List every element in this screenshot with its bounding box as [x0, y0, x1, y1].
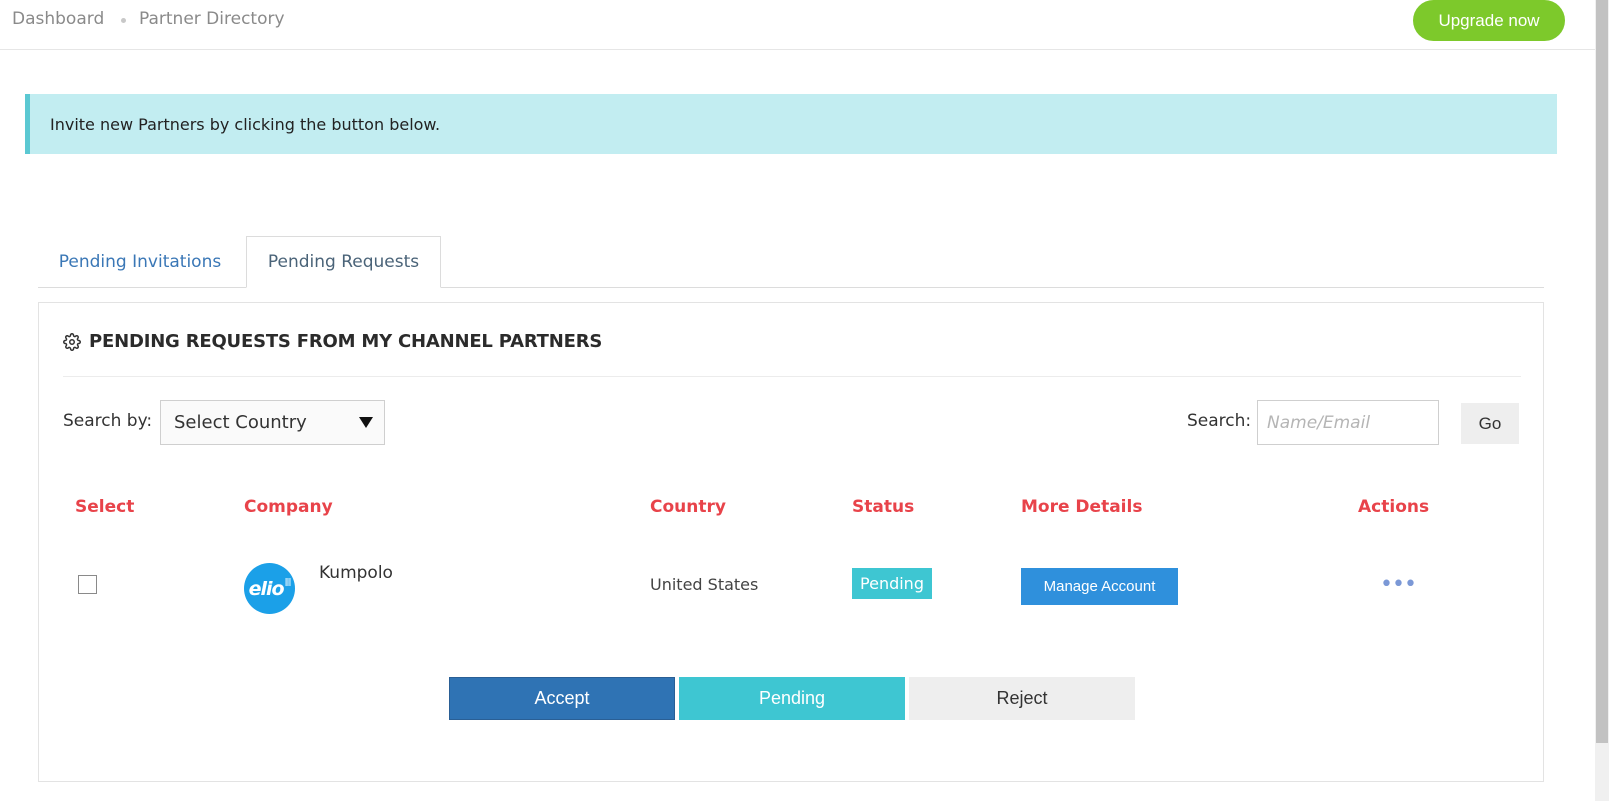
tab-pending-invitations[interactable]: Pending Invitations: [38, 236, 242, 288]
go-button[interactable]: Go: [1461, 403, 1519, 444]
company-name[interactable]: Kumpolo: [319, 563, 393, 583]
info-alert: Invite new Partners by clicking the butt…: [25, 94, 1557, 154]
upgrade-now-button[interactable]: Upgrade now: [1413, 0, 1565, 41]
caret-down-icon: [359, 417, 373, 428]
company-logo: elio |||: [244, 563, 295, 614]
reject-button[interactable]: Reject: [909, 677, 1135, 720]
column-header-country: Country: [650, 497, 726, 517]
column-header-actions: Actions: [1358, 497, 1430, 517]
gear-icon: [63, 332, 81, 351]
tab-pending-requests[interactable]: Pending Requests: [246, 236, 441, 288]
panel-title: PENDING REQUESTS FROM MY CHANNEL PARTNER…: [89, 331, 603, 352]
breadcrumb-partner-directory: Partner Directory: [139, 9, 285, 29]
search-by-label: Search by:: [63, 411, 153, 431]
column-header-company: Company: [244, 497, 333, 517]
column-header-select: Select: [75, 497, 135, 517]
country-select-value: Select Country: [174, 412, 307, 433]
accept-button[interactable]: Accept: [449, 677, 675, 720]
manage-account-button[interactable]: Manage Account: [1021, 568, 1178, 605]
search-input[interactable]: [1257, 400, 1439, 445]
panel-header: PENDING REQUESTS FROM MY CHANNEL PARTNER…: [63, 331, 602, 352]
page-scrollbar[interactable]: [1595, 0, 1609, 801]
pending-button[interactable]: Pending: [679, 677, 905, 720]
column-header-status: Status: [852, 497, 915, 517]
panel-divider: [63, 376, 1521, 377]
search-label: Search:: [1187, 411, 1252, 431]
country-cell: United States: [650, 575, 759, 594]
country-select[interactable]: Select Country: [160, 400, 385, 445]
top-bar: Dashboard Partner Directory Upgrade now: [0, 0, 1595, 50]
alert-message: Invite new Partners by clicking the butt…: [50, 114, 441, 134]
breadcrumb-dashboard[interactable]: Dashboard: [12, 9, 104, 29]
more-actions-icon[interactable]: •••: [1380, 574, 1417, 596]
column-header-more-details: More Details: [1021, 497, 1143, 517]
pending-requests-panel: PENDING REQUESTS FROM MY CHANNEL PARTNER…: [38, 302, 1544, 782]
row-select-checkbox[interactable]: [78, 575, 97, 594]
status-badge: Pending: [852, 568, 932, 599]
scrollbar-thumb[interactable]: [1596, 0, 1608, 743]
breadcrumb-separator: [121, 18, 126, 23]
